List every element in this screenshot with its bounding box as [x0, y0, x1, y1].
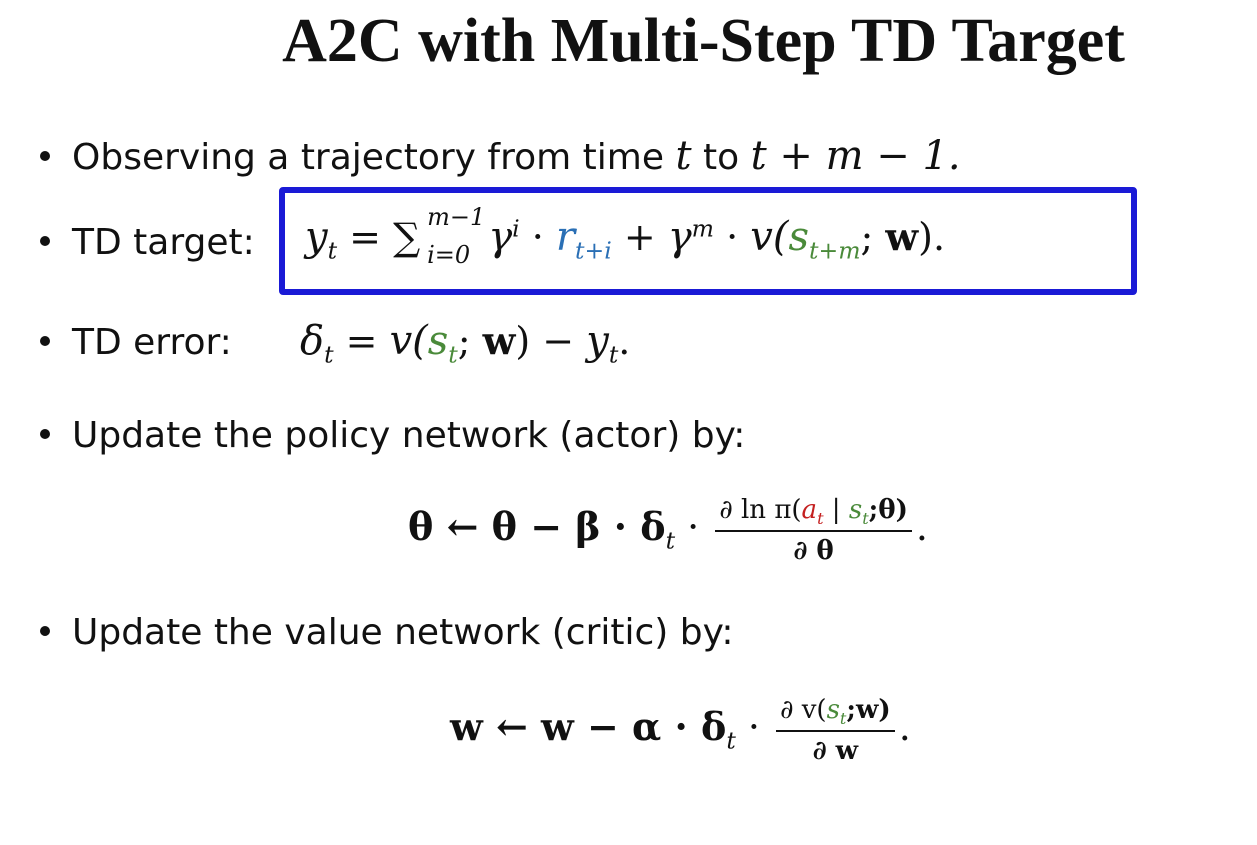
actor-update-formula: θ ← θ − β · δt · ∂ ln π(at | st;θ) ∂ θ.	[408, 495, 928, 566]
numerator-prefix: ∂ ln π(	[719, 495, 802, 525]
actor-update-lhs: θ ← θ − β · δ	[408, 504, 666, 550]
actor-gradient-numerator: ∂ ln π(at | st;θ)	[715, 495, 912, 533]
critic-dot: ·	[735, 705, 773, 750]
sum-upper: m−1	[427, 203, 486, 231]
td-target-y-sub: t	[327, 236, 338, 265]
observe-text: Observing a trajectory from time	[72, 137, 664, 178]
bullet-dot	[40, 151, 50, 161]
observe-t: t	[675, 133, 692, 179]
numerator-suffix: ;w)	[846, 695, 891, 725]
numerator-suffix: ;θ)	[868, 495, 908, 525]
td-error-y: y	[586, 318, 609, 364]
td-error-period: .	[618, 319, 631, 363]
bullet-observe: Observing a trajectory from time t to t …	[40, 133, 961, 179]
td-error-eq: =	[333, 319, 390, 363]
value-v: v(	[750, 214, 789, 260]
actor-gradient-fraction: ∂ ln π(at | st;θ) ∂ θ	[715, 495, 912, 566]
td-error-label: TD error:	[72, 322, 232, 363]
bullet-dot	[40, 336, 50, 346]
td-error-y-sub: t	[608, 340, 619, 369]
td-target-dot: ·	[519, 215, 556, 259]
state-sub: t	[448, 340, 458, 369]
critic-update-formula: w ← w − α · δt · ∂ v(st;w) ∂ w.	[450, 695, 911, 766]
state-sub: t+m	[809, 236, 861, 265]
sum-sign: ∑	[393, 215, 421, 259]
bullet-dot	[40, 236, 50, 246]
critic-gradient-denominator: ∂ w	[812, 736, 859, 767]
state-s: s	[788, 214, 809, 260]
critic-period: .	[898, 705, 911, 750]
gamma-i-sup: i	[512, 214, 520, 243]
weights-w: w	[885, 214, 919, 259]
td-target-y: y	[305, 214, 328, 260]
td-target-eq: =	[337, 215, 394, 259]
bullet-dot	[40, 626, 50, 636]
action-a: a	[801, 495, 818, 525]
observe-to: to	[702, 137, 740, 178]
reward-sub: t+i	[575, 236, 612, 265]
td-target-semicolon: ;	[860, 215, 886, 259]
critic-gradient-fraction: ∂ v(st;w) ∂ w	[776, 695, 895, 766]
delta-sub: t	[665, 526, 676, 555]
numerator-prefix: ∂ v(	[780, 695, 827, 725]
state-s: s	[427, 318, 449, 364]
delta-sub: t	[324, 340, 334, 369]
gamma-i: γ	[488, 214, 513, 260]
td-error-formula: δt = v(st; w) − yt.	[300, 318, 630, 369]
given-bar: |	[823, 495, 849, 525]
gamma-m-sup: m	[691, 214, 715, 243]
td-error-minus: ) −	[515, 319, 587, 363]
observe-range: t + m − 1.	[750, 133, 961, 179]
update-actor-text: Update the policy network (actor) by:	[72, 415, 746, 456]
update-critic-text: Update the value network (critic) by:	[72, 612, 734, 653]
bullet-td-target: TD target:	[40, 222, 255, 263]
sum-lower: i=0	[427, 241, 471, 269]
sum-symbol: ∑ m−1 i=0	[393, 203, 485, 269]
actor-dot: ·	[675, 505, 712, 550]
critic-gradient-numerator: ∂ v(st;w)	[776, 695, 895, 733]
delta-sub: t	[726, 726, 736, 755]
td-target-close: ).	[918, 215, 946, 259]
bullet-dot	[40, 429, 50, 439]
td-error-semicolon: ;	[457, 319, 483, 363]
td-target-plus: +	[611, 215, 668, 259]
td-target-formula: yt = ∑ m−1 i=0 γi · rt+i + γm · v(st+m; w).	[305, 203, 946, 269]
critic-update-lhs: w ← w − α · δ	[450, 704, 727, 750]
bullet-td-error: TD error:	[40, 322, 232, 363]
bullet-update-critic: Update the value network (critic) by:	[40, 612, 733, 653]
slide-title: A2C with Multi-Step TD Target	[282, 7, 1125, 75]
weights-w: w	[482, 318, 516, 363]
reward-r: r	[555, 214, 576, 260]
state-s: s	[826, 695, 840, 725]
td-target-label: TD target:	[72, 222, 255, 263]
value-v: v(	[389, 318, 428, 364]
delta: δ	[300, 318, 325, 364]
bullet-update-actor: Update the policy network (actor) by:	[40, 415, 745, 456]
actor-period: .	[915, 505, 929, 550]
actor-gradient-denominator: ∂ θ	[793, 536, 834, 567]
td-target-dot: ·	[714, 215, 751, 259]
gamma-m: γ	[667, 214, 692, 260]
state-s: s	[848, 495, 863, 525]
